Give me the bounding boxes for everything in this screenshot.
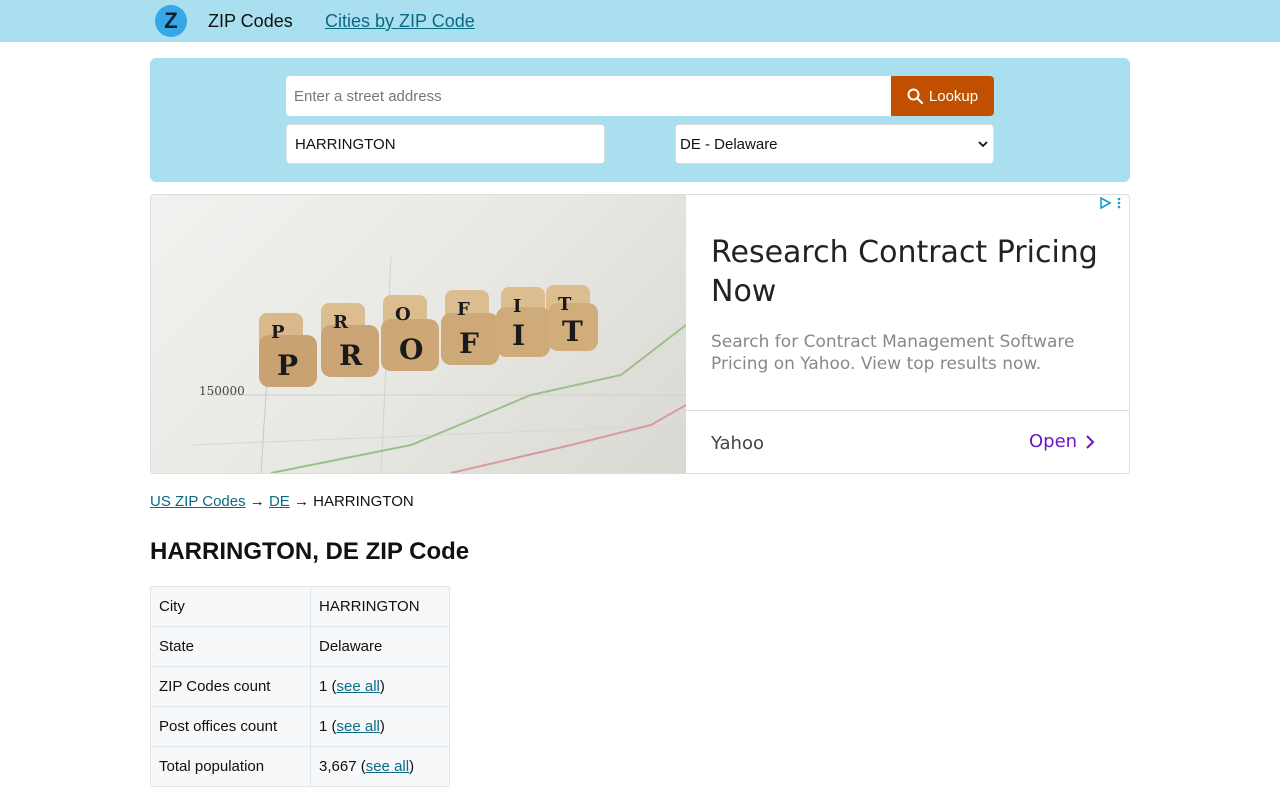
- table-row: ZIP Codes count 1 (see all): [150, 666, 450, 707]
- see-all-link[interactable]: see all: [366, 758, 409, 775]
- row-label: Post offices count: [150, 706, 311, 747]
- top-nav-bar: Z ZIP Codes Cities by ZIP Code: [0, 0, 1280, 42]
- breadcrumb-current: HARRINGTON: [313, 493, 414, 510]
- search-icon: [907, 88, 923, 104]
- ad-description: Search for Contract Management Software …: [711, 332, 1075, 374]
- ad-choices-play-icon[interactable]: [1099, 197, 1111, 209]
- row-value-text: HARRINGTON: [319, 598, 420, 615]
- dice-letter: F: [457, 299, 470, 320]
- see-all-link[interactable]: see all: [337, 718, 380, 735]
- dice-letter: I: [512, 319, 525, 352]
- address-input[interactable]: [286, 76, 891, 116]
- row-value: 1 (see all): [310, 666, 450, 707]
- breadcrumb-home[interactable]: US ZIP Codes: [150, 493, 246, 510]
- row-value-text: 3,667: [319, 758, 357, 775]
- nav-link-cities-by-zip[interactable]: Cities by ZIP Code: [325, 11, 475, 32]
- table-row: Total population 3,667 (see all): [150, 746, 450, 787]
- ad-text-block: Research Contract Pricing Now Search for…: [711, 233, 1101, 375]
- row-value-text: Delaware: [319, 638, 383, 655]
- city-input[interactable]: [286, 124, 605, 164]
- table-row: Post offices count 1 (see all): [150, 706, 450, 747]
- ad-menu-dots-icon[interactable]: [1117, 197, 1121, 209]
- dice-letter: O: [399, 333, 423, 366]
- row-label: City: [150, 586, 311, 627]
- ad-divider: [686, 410, 1129, 411]
- dice-letter: P: [277, 349, 298, 382]
- row-value-text: 1: [319, 718, 328, 735]
- dice-letter: R: [333, 312, 349, 333]
- row-label: State: [150, 626, 311, 667]
- row-value-text: 1: [319, 678, 328, 695]
- state-select-value: DE - Delaware: [680, 135, 778, 153]
- axis-label: 150000: [199, 384, 245, 398]
- see-all-link[interactable]: see all: [337, 678, 380, 695]
- dice-letter: O: [395, 304, 411, 325]
- breadcrumb-state[interactable]: DE: [269, 493, 290, 510]
- site-logo[interactable]: Z: [155, 5, 187, 37]
- row-label: ZIP Codes count: [150, 666, 311, 707]
- state-select[interactable]: DE - Delaware: [675, 124, 994, 164]
- chevron-right-icon: [1086, 434, 1095, 449]
- city-info-table: City HARRINGTON State Delaware ZIP Codes cou…: [150, 586, 450, 787]
- logo-letter: Z: [164, 8, 178, 33]
- dice-letter: F: [459, 327, 479, 360]
- dice-letter: T: [562, 315, 583, 348]
- ad-choices[interactable]: [1099, 197, 1121, 209]
- advertisement[interactable]: 150000 PPRROOFFIITT Research Contract Pr…: [150, 194, 1130, 474]
- breadcrumb: US ZIP Codes → DE → HARRINGTON: [150, 493, 414, 510]
- chevron-down-icon: [978, 141, 988, 148]
- profit-dice-image: 150000 PPRROOFFIITT: [190, 254, 686, 473]
- search-panel: Lookup DE - Delaware: [150, 58, 1130, 182]
- ad-headline[interactable]: Research Contract Pricing Now: [711, 233, 1101, 311]
- table-row: State Delaware: [150, 626, 450, 667]
- dice-letter: R: [339, 339, 363, 372]
- ad-open-label: Open: [1029, 431, 1078, 452]
- row-value: 3,667 (see all): [310, 746, 450, 787]
- dice-letter: I: [513, 296, 521, 317]
- dice-letter: P: [271, 322, 285, 343]
- breadcrumb-separator: →: [249, 493, 265, 510]
- row-value: 1 (see all): [310, 706, 450, 747]
- dice-front-row: [259, 303, 598, 387]
- ad-image[interactable]: 150000 PPRROOFFIITT: [151, 195, 686, 473]
- table-row: City HARRINGTON: [150, 586, 450, 627]
- brand-name[interactable]: ZIP Codes: [208, 11, 293, 32]
- row-value: HARRINGTON: [310, 586, 450, 627]
- dice-letter: T: [558, 294, 572, 315]
- ad-open-button[interactable]: Open: [1029, 431, 1095, 452]
- ad-source: Yahoo: [711, 433, 764, 454]
- lookup-button[interactable]: Lookup: [891, 76, 994, 116]
- breadcrumb-separator: →: [293, 493, 309, 510]
- page-title: HARRINGTON, DE ZIP Code: [150, 538, 470, 565]
- lookup-button-label: Lookup: [928, 87, 979, 105]
- row-value: Delaware: [310, 626, 450, 667]
- row-label: Total population: [150, 746, 311, 787]
